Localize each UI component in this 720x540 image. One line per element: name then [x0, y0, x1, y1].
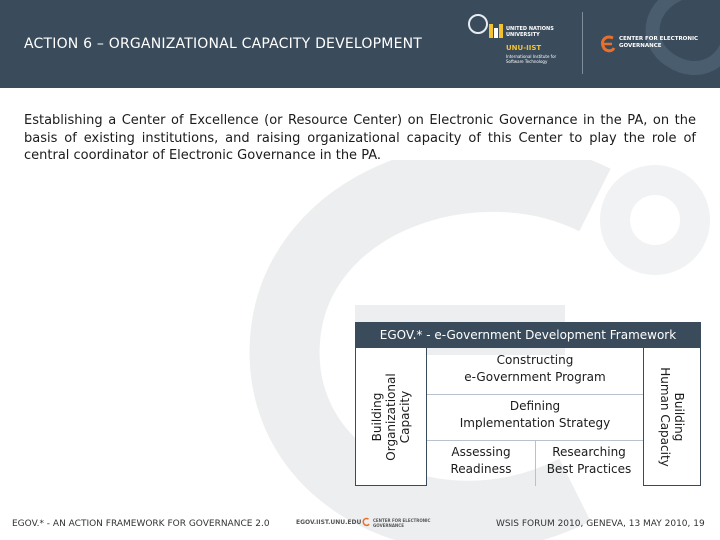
framework-left-column: Building Organizational Capacity [355, 348, 427, 486]
footer-cegov-name: CENTER FOR ELECTRONIC GOVERNANCE [373, 518, 431, 528]
un-emblem-icon [468, 14, 488, 34]
cell-divider [427, 394, 643, 395]
unu-name: UNITED NATIONS UNIVERSITY [506, 26, 554, 38]
cell-strategy: Defining Implementation Strategy [459, 399, 611, 430]
unu-subtitle: International Institute for Software Tec… [506, 54, 557, 64]
intro-paragraph: Establishing a Center of Excellence (or … [24, 113, 696, 163]
framework-right-column: Building Human Capacity [643, 348, 701, 486]
unu-logo-icon [489, 24, 503, 38]
header-bar: ACTION 6 – ORGANIZATIONAL CAPACITY DEVEL… [0, 0, 720, 88]
cell-program: Constructing e-Government Program [464, 353, 606, 384]
unu-short-name: UNU-IIST [506, 44, 542, 52]
footer-cegov-logo-icon [362, 517, 370, 527]
cell-readiness: Assessing Readiness [450, 445, 512, 476]
footer-left-text: EGOV.* - AN ACTION FRAMEWORK FOR GOVERNA… [12, 519, 270, 529]
framework-title: EGOV.* - e-Government Development Framew… [355, 322, 701, 348]
footer-url[interactable]: EGOV.IIST.UNU.EDU [296, 519, 361, 526]
cegov-name: CENTER FOR ELECTRONIC GOVERNANCE [619, 36, 699, 49]
right-column-label: Building Human Capacity [658, 366, 686, 467]
logo-divider [582, 12, 583, 74]
cegov-logo-icon [601, 35, 616, 53]
page-title: ACTION 6 – ORGANIZATIONAL CAPACITY DEVEL… [24, 36, 423, 52]
footer-right-text: WSIS FORUM 2010, GENEVA, 13 MAY 2010, 19 [496, 519, 705, 529]
left-column-label: Building Organizational Capacity [370, 372, 412, 461]
cell-practices: Researching Best Practices [546, 445, 632, 476]
